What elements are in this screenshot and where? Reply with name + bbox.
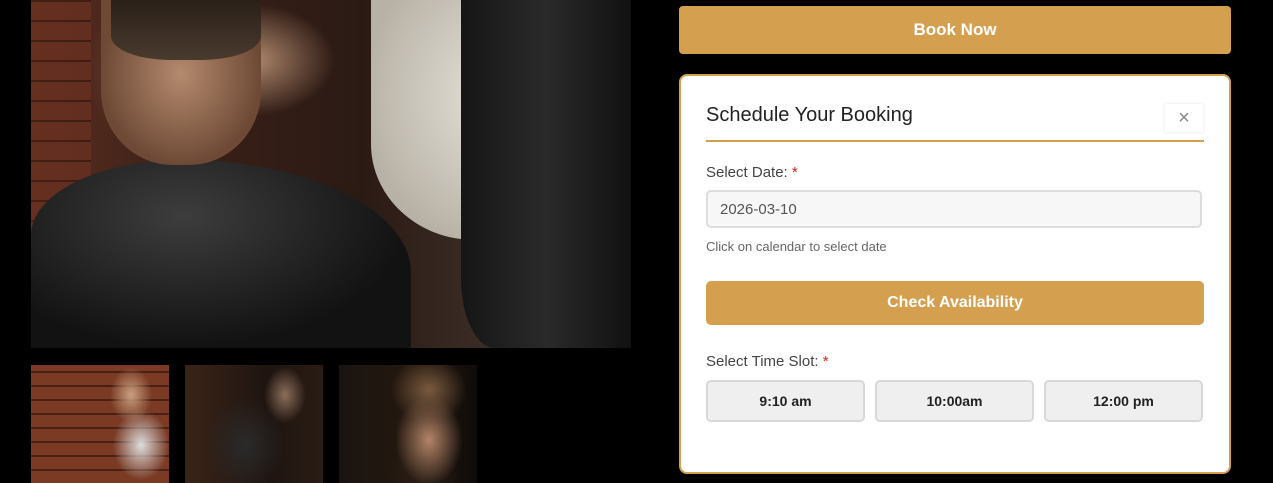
panel-title: Schedule Your Booking [706, 104, 913, 126]
time-slot-button[interactable]: 9:10 am [706, 380, 865, 422]
gallery-thumbnail-3[interactable] [339, 365, 477, 483]
book-now-button[interactable]: Book Now [679, 6, 1231, 54]
time-slot-button[interactable]: 12:00 pm [1044, 380, 1203, 422]
check-availability-button[interactable]: Check Availability [706, 281, 1204, 325]
gallery-thumbnail-2[interactable] [185, 365, 323, 483]
gallery-thumbnail-1[interactable] [31, 365, 169, 483]
date-label-text: Select Date: [706, 164, 788, 181]
booking-panel: Schedule Your Booking × Select Date: * C… [679, 74, 1231, 474]
date-input[interactable] [706, 190, 1202, 228]
date-hint: Click on calendar to select date [706, 239, 887, 254]
client-cape [31, 160, 411, 348]
time-slot-required-mark: * [822, 353, 829, 370]
close-button[interactable]: × [1165, 104, 1203, 132]
client-hair [111, 0, 261, 60]
time-slot-label-text: Select Time Slot: [706, 353, 819, 370]
date-label: Select Date: * [706, 164, 798, 181]
title-divider [706, 140, 1204, 142]
date-required-mark: * [791, 164, 798, 181]
main-gallery-image [31, 0, 631, 348]
time-slot-button[interactable]: 10:00am [875, 380, 1034, 422]
close-icon: × [1178, 106, 1190, 129]
time-slot-label: Select Time Slot: * [706, 353, 829, 370]
barber-vest [461, 0, 631, 348]
